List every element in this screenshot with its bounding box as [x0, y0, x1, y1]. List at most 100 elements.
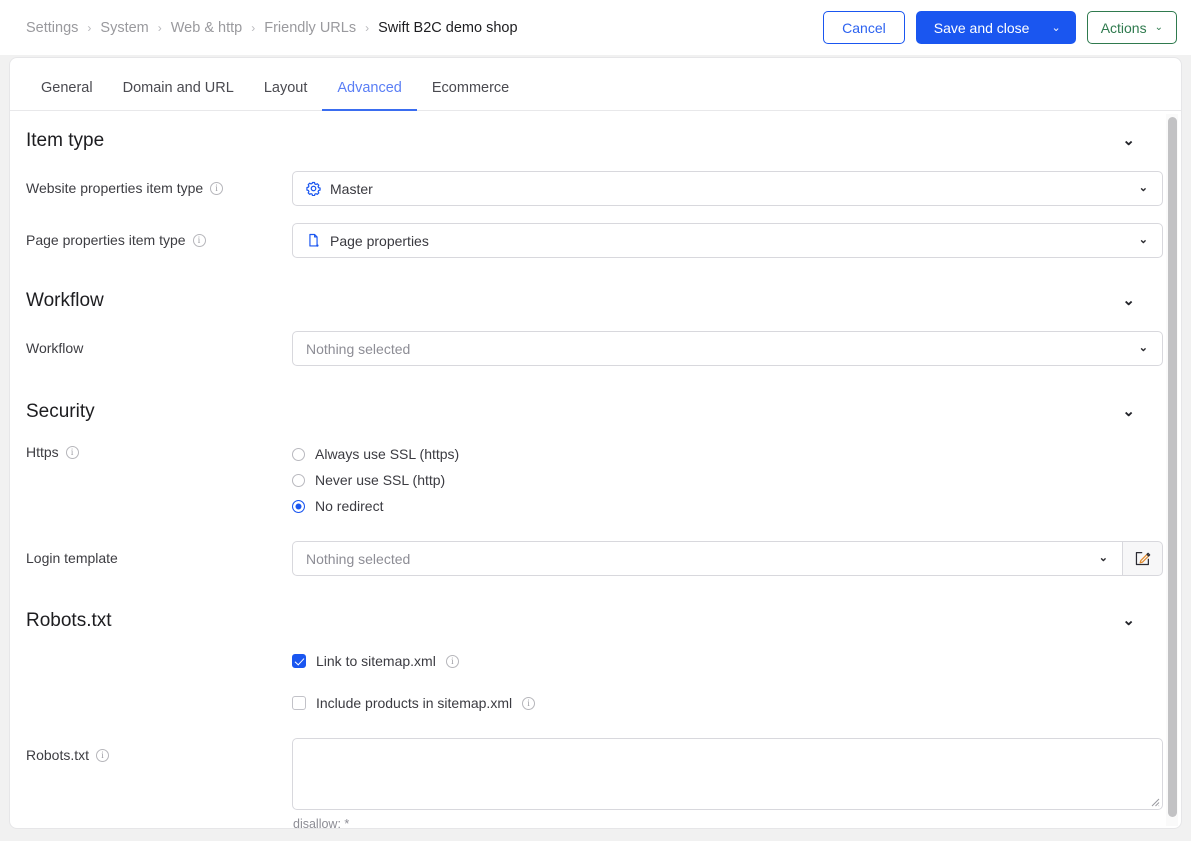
tab-label: Layout [263, 80, 308, 96]
gear-icon [306, 181, 321, 196]
edit-pencil-icon [1135, 552, 1151, 566]
checkbox-label: Link to sitemap.xml [316, 653, 436, 669]
chevron-down-icon: ⌄ [1154, 22, 1163, 33]
tab-label: Advanced [337, 80, 402, 96]
section-title: Security [26, 400, 95, 422]
tab-layout[interactable]: Layout [249, 80, 323, 111]
field-row-link-sitemap: Link to sitemap.xml i [26, 648, 1163, 674]
breadcrumb-item-web-http[interactable]: Web & http [171, 20, 242, 36]
section-title: Workflow [26, 289, 104, 311]
checkbox-include-products-in-sitemap[interactable]: Include products in sitemap.xml i [292, 690, 1163, 716]
chevron-down-icon[interactable]: ⌄ [1051, 21, 1060, 34]
select-value: Nothing selected [306, 340, 411, 357]
field-label-text: Website properties item type [26, 180, 204, 196]
breadcrumb-separator: › [87, 20, 92, 35]
chevron-down-icon[interactable]: ⌄ [1139, 343, 1152, 354]
tab-domain-and-url[interactable]: Domain and URL [108, 80, 249, 111]
radio-option-always-ssl[interactable]: Always use SSL (https) [292, 441, 1163, 467]
field-row-include-products: Include products in sitemap.xml i [26, 690, 1163, 716]
field-control: Link to sitemap.xml i [292, 648, 1163, 674]
chevron-down-icon[interactable]: ⌄ [1139, 235, 1152, 246]
breadcrumb-item-settings[interactable]: Settings [26, 20, 78, 36]
breadcrumb-separator: › [157, 20, 162, 35]
field-label-spacer [26, 648, 292, 657]
field-control: Include products in sitemap.xml i [292, 690, 1163, 716]
breadcrumb-item-current: Swift B2C demo shop [378, 19, 518, 36]
section-header-workflow: Workflow ⌄ [26, 289, 1163, 312]
info-icon[interactable]: i [210, 181, 224, 195]
page-properties-item-type-select[interactable]: Page properties ⌄ [292, 223, 1163, 258]
chevron-down-icon[interactable]: ⌄ [1116, 129, 1141, 152]
field-label-text: Page properties item type [26, 232, 186, 248]
settings-scroll-area: Item type ⌄ Website properties item type… [10, 129, 1181, 828]
website-properties-item-type-select[interactable]: Master ⌄ [292, 171, 1163, 206]
field-label: Https i [26, 441, 292, 460]
radio-indicator[interactable] [292, 447, 305, 461]
tab-label: General [41, 80, 93, 96]
info-icon[interactable]: i [65, 445, 79, 459]
radio-option-never-ssl[interactable]: Never use SSL (http) [292, 467, 1163, 493]
chevron-down-icon[interactable]: ⌄ [1116, 609, 1141, 632]
tab-label: Ecommerce [431, 80, 510, 96]
field-label: Robots.txt i [26, 738, 292, 763]
field-label-text: Workflow [26, 340, 84, 356]
field-row-robots-txt: Robots.txt i disallow: * [26, 738, 1163, 828]
select-value: Page properties [330, 232, 429, 249]
field-row-website-item-type: Website properties item type i Master ⌄ [26, 171, 1163, 206]
field-label-spacer [26, 690, 292, 699]
tab-label: Domain and URL [122, 80, 234, 96]
chevron-down-icon[interactable]: ⌄ [1116, 400, 1141, 423]
field-row-https: Https i Always use SSL (https) Never use… [26, 441, 1163, 519]
actions-button-label: Actions [1100, 19, 1147, 36]
info-icon[interactable]: i [192, 233, 206, 247]
cancel-button-label: Cancel [842, 19, 886, 36]
content-card: General Domain and URL Layout Advanced E… [9, 57, 1182, 829]
login-template-select[interactable]: Nothing selected ⌄ [292, 541, 1122, 576]
checkbox-label: Include products in sitemap.xml [316, 695, 513, 711]
chevron-down-icon[interactable]: ⌄ [1139, 183, 1152, 194]
checkbox-indicator-checked[interactable] [292, 654, 306, 668]
info-icon[interactable]: i [96, 748, 110, 762]
breadcrumb-separator: › [251, 20, 256, 35]
field-label: Page properties item type i [26, 223, 292, 248]
section-title: Item type [26, 129, 105, 151]
field-control: Nothing selected ⌄ [292, 331, 1163, 366]
checkbox-indicator[interactable] [292, 696, 306, 710]
radio-option-no-redirect[interactable]: No redirect [292, 493, 1163, 519]
radio-indicator-selected[interactable] [292, 499, 305, 513]
scrollbar-thumb[interactable] [1168, 117, 1177, 817]
edit-login-template-button[interactable] [1122, 541, 1163, 576]
tab-ecommerce[interactable]: Ecommerce [417, 80, 524, 111]
tab-advanced[interactable]: Advanced [322, 80, 417, 111]
chevron-down-icon[interactable]: ⌄ [1116, 289, 1141, 312]
tab-general[interactable]: General [26, 80, 108, 111]
info-icon[interactable]: i [522, 696, 536, 710]
section-header-item-type: Item type ⌄ [26, 129, 1163, 152]
field-control: Page properties ⌄ [292, 223, 1163, 258]
save-and-close-button[interactable]: Save and close ⌄ [915, 11, 1076, 44]
workflow-select[interactable]: Nothing selected ⌄ [292, 331, 1163, 366]
robots-txt-textarea[interactable] [292, 738, 1163, 810]
https-radio-group: Always use SSL (https) Never use SSL (ht… [292, 441, 1163, 519]
select-value: Master [330, 180, 373, 197]
field-row-login-template: Login template Nothing selected ⌄ [26, 541, 1163, 576]
field-label-text: Login template [26, 550, 118, 566]
chevron-down-icon[interactable]: ⌄ [1099, 553, 1112, 564]
field-control: Master ⌄ [292, 171, 1163, 206]
field-label-text: Https [26, 444, 59, 460]
radio-indicator[interactable] [292, 473, 305, 487]
top-bar: Settings › System › Web & http › Friendl… [0, 0, 1191, 55]
breadcrumb-item-system[interactable]: System [100, 20, 148, 36]
breadcrumb: Settings › System › Web & http › Friendl… [26, 20, 823, 36]
actions-button[interactable]: Actions ⌄ [1086, 11, 1177, 44]
radio-label: No redirect [315, 498, 384, 514]
field-label: Website properties item type i [26, 171, 292, 196]
checkbox-link-to-sitemap[interactable]: Link to sitemap.xml i [292, 648, 1163, 674]
section-header-security: Security ⌄ [26, 400, 1163, 423]
info-icon[interactable]: i [445, 654, 459, 668]
save-and-close-label: Save and close [933, 19, 1030, 36]
section-header-robots: Robots.txt ⌄ [26, 609, 1163, 632]
resize-handle-icon[interactable] [1149, 796, 1160, 807]
breadcrumb-item-friendly-urls[interactable]: Friendly URLs [264, 20, 356, 36]
cancel-button[interactable]: Cancel [823, 11, 905, 44]
